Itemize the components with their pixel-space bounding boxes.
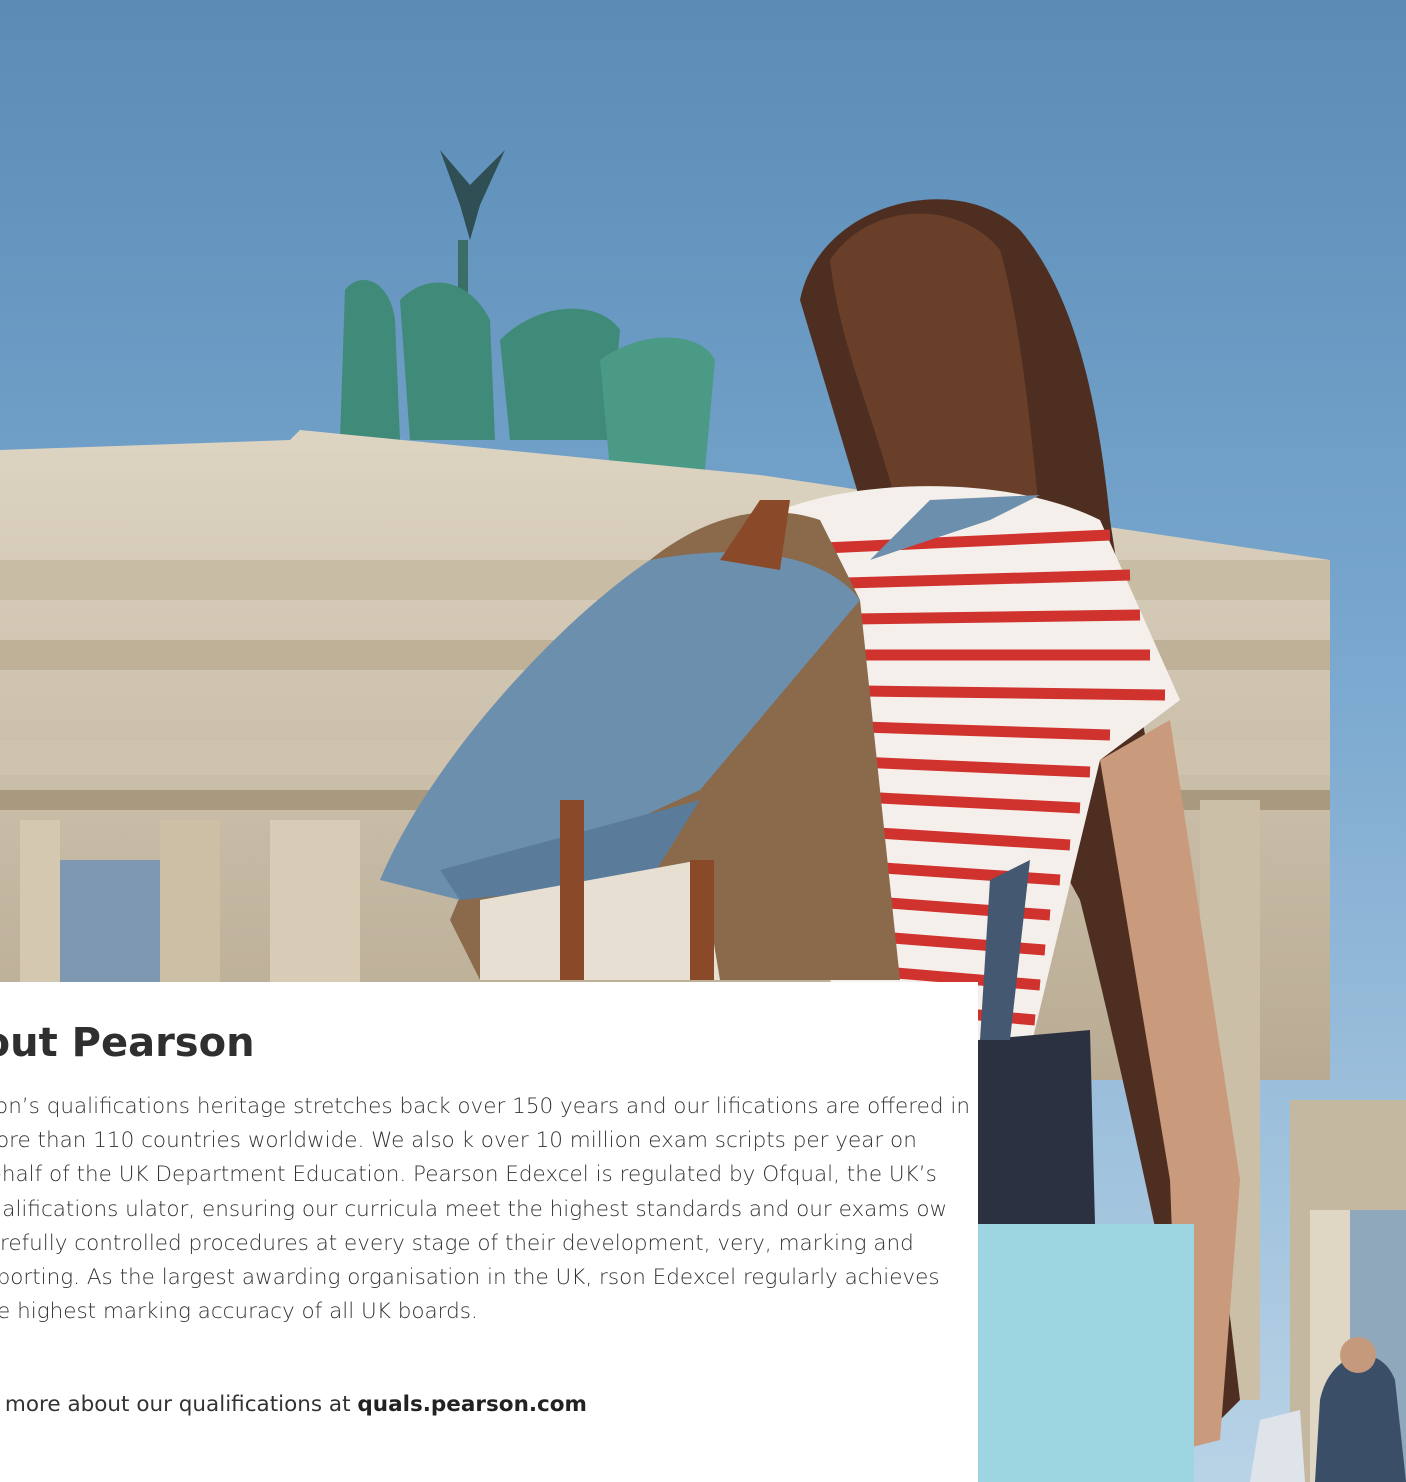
accent-block xyxy=(978,1224,1194,1482)
learn-more-line: rn more about our qualifications at qual… xyxy=(0,1392,587,1417)
about-heading: bout Pearson xyxy=(0,1020,255,1066)
about-paragraph: rson’s qualifications heritage stretches… xyxy=(0,1094,970,1325)
quals-link[interactable]: quals.pearson.com xyxy=(357,1392,587,1417)
learn-more-prefix: rn more about our qualifications at xyxy=(0,1392,358,1417)
